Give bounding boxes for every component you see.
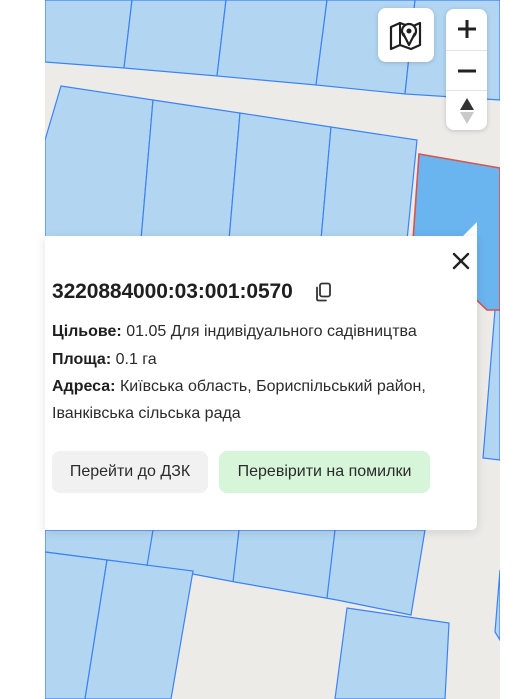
area-row: Площа: 0.1 га [52,346,462,373]
area-label: Площа: [52,351,112,368]
close-button[interactable] [450,250,472,272]
parcel[interactable] [140,99,241,241]
purpose-row: Цільове: 01.05 Для індивідуального садів… [52,318,462,345]
parcel[interactable] [123,0,227,77]
minus-icon [457,69,476,73]
layers-button[interactable] [378,8,434,62]
cadastral-number: 3220884000:03:001:0570 [52,280,293,303]
open-dzk-button[interactable]: Перейти до ДЗК [52,451,208,493]
parcel[interactable] [228,112,332,241]
parcel[interactable] [45,85,154,241]
parcel[interactable] [45,0,133,69]
parcel-popup: 3220884000:03:001:0570 Цільове: 01.05 Дл… [45,236,477,530]
purpose-value: 01.05 Для індивідуального садівництва [126,323,417,340]
check-errors-button[interactable]: Перевірити на помилки [219,451,430,493]
parcel[interactable] [482,309,500,461]
zoom-in-button[interactable] [446,9,487,49]
zoom-out-button[interactable] [446,50,487,91]
parcel[interactable] [494,569,500,642]
copy-icon[interactable] [314,282,332,302]
parcel[interactable] [216,0,328,86]
compass-button[interactable] [446,90,487,131]
zoom-controls [446,9,487,130]
purpose-label: Цільове: [52,323,122,340]
map-pin-layers-icon [389,21,422,51]
north-compass-icon [459,98,474,124]
address-row: Адреса: Київська область, Бориспільський… [52,373,462,427]
close-icon [452,252,470,270]
parcel[interactable] [320,126,418,241]
plus-icon [457,20,476,38]
parcel[interactable] [334,607,450,699]
area-value: 0.1 га [115,351,157,368]
address-label: Адреса: [52,378,116,395]
